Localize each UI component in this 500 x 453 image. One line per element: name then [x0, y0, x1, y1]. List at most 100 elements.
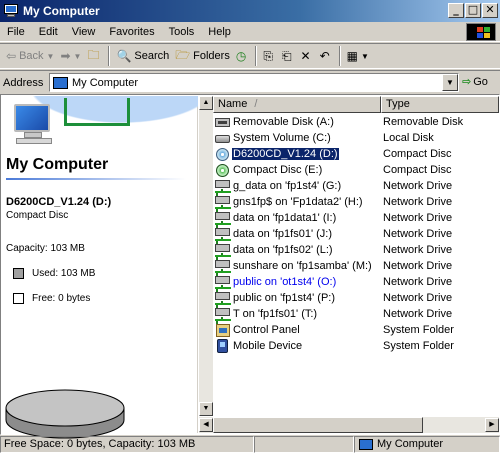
search-button[interactable]: 🔍 Search	[113, 45, 172, 67]
cd-drive-icon	[215, 163, 231, 177]
maximize-button[interactable]: □	[465, 3, 481, 18]
banner-frame-decoration	[64, 98, 130, 126]
network-drive-icon	[215, 291, 231, 305]
item-name: Compact Disc (E:)	[233, 164, 323, 176]
pie-used-slice	[5, 389, 125, 427]
network-drive-icon	[215, 307, 231, 321]
forward-arrow-icon: ➡	[60, 49, 71, 63]
menu-favorites[interactable]: Favorites	[102, 23, 161, 41]
list-item[interactable]: T on 'fp1fs01' (T:) Network Drive	[213, 306, 499, 322]
item-name: public on 'fp1st4' (P:)	[233, 292, 336, 304]
list-item[interactable]: public on 'fp1st4' (P:) Network Drive	[213, 290, 499, 306]
item-name: Control Panel	[233, 324, 300, 336]
menu-file[interactable]: File	[0, 23, 32, 41]
item-name: D6200CD_V1.24 (D:)	[232, 148, 339, 160]
column-header-type[interactable]: Type	[381, 96, 499, 113]
item-name: T on 'fp1fs01' (T:)	[233, 308, 318, 320]
free-text: Free: 0 bytes	[32, 293, 91, 304]
list-item[interactable]: data on 'fp1fs01' (J:) Network Drive	[213, 226, 499, 242]
item-type: Network Drive	[383, 212, 453, 224]
capacity-text: Capacity: 103 MB	[6, 243, 85, 254]
menu-edit[interactable]: Edit	[32, 23, 65, 41]
minimize-button[interactable]: _	[448, 3, 464, 18]
list-item[interactable]: Compact Disc (E:) Compact Disc	[213, 162, 499, 178]
go-button[interactable]: ⇨ Go	[462, 75, 488, 88]
list-item[interactable]: gns1fp$ on 'Fp1data2' (H:) Network Drive	[213, 194, 499, 210]
item-type: Network Drive	[383, 276, 453, 288]
vertical-scrollbar[interactable]: ▲ ▼	[199, 96, 213, 416]
item-name: data on 'fp1fs02' (L:)	[233, 244, 333, 256]
search-icon: 🔍	[116, 49, 132, 63]
undo-icon: ↶	[319, 49, 330, 63]
folders-button[interactable]: 🗁 Folders	[172, 45, 233, 67]
list-item[interactable]: D6200CD_V1.24 (D:) Compact Disc	[213, 146, 499, 162]
address-dropdown-button[interactable]: ▼	[442, 74, 458, 91]
scroll-up-button[interactable]: ▲	[199, 96, 213, 110]
copy-to-button[interactable]: ⎗	[279, 45, 298, 67]
info-pane: My Computer D6200CD_V1.24 (D:) Compact D…	[2, 96, 198, 439]
address-bar: Address My Computer ▼ ⇨ Go	[0, 70, 500, 94]
forward-button[interactable]: ➡ ▼	[57, 45, 84, 67]
scroll-thumb[interactable]	[213, 417, 423, 433]
scroll-down-button[interactable]: ▼	[199, 402, 213, 416]
item-type: Compact Disc	[383, 148, 452, 160]
list-item[interactable]: Removable Disk (A:) Removable Disk	[213, 114, 499, 130]
standard-toolbar: ⇦ Back ▼ ➡ ▼ 🗀 🔍 Search 🗁 Folders ◷ ⎘ ⎗ ✕ ↶ ▦…	[0, 43, 500, 69]
up-folder-icon: 🗀	[87, 47, 100, 62]
control-panel-icon	[215, 323, 231, 337]
floppy-icon	[215, 115, 231, 129]
list-item[interactable]: data on 'fp1fs02' (L:) Network Drive	[213, 242, 499, 258]
address-input[interactable]: My Computer ▼	[49, 73, 459, 92]
undo-button[interactable]: ↶	[317, 45, 336, 67]
menu-tools[interactable]: Tools	[162, 23, 202, 41]
address-label: Address	[3, 76, 44, 89]
list-item[interactable]: public on 'ot1st4' (O:) Network Drive	[213, 274, 499, 290]
title-bar[interactable]: My Computer _ □ ✕	[0, 0, 500, 22]
title-underline	[6, 178, 186, 180]
views-button[interactable]: ▦ ▼	[344, 45, 372, 67]
address-value: My Computer	[72, 76, 139, 89]
item-type: System Folder	[383, 340, 454, 352]
list-item[interactable]: sunshare on 'fp1samba' (M:) Network Drive	[213, 258, 499, 274]
selected-item-type: Compact Disc	[6, 210, 69, 221]
column-header-name[interactable]: Name /	[213, 96, 381, 113]
menu-bar: File Edit View Favorites Tools Help	[0, 22, 500, 42]
my-computer-icon	[3, 4, 19, 18]
pane-banner	[2, 96, 198, 144]
network-drive-icon	[215, 259, 231, 273]
copy-to-icon: ⎗	[281, 48, 292, 63]
scroll-left-button[interactable]: ◀	[199, 418, 213, 432]
menu-help[interactable]: Help	[201, 23, 238, 41]
delete-button[interactable]: ✕	[298, 45, 317, 67]
views-icon: ▦	[346, 49, 359, 63]
network-drive-icon	[215, 211, 231, 225]
my-computer-icon	[53, 76, 68, 89]
item-type: Network Drive	[383, 196, 453, 208]
my-computer-large-icon	[14, 104, 54, 146]
item-type: Network Drive	[383, 308, 453, 320]
close-button[interactable]: ✕	[482, 3, 498, 18]
history-button[interactable]: ◷	[233, 45, 252, 67]
back-button[interactable]: ⇦ Back ▼	[3, 45, 57, 67]
list-item[interactable]: Control Panel System Folder	[213, 322, 499, 338]
horizontal-scrollbar[interactable]: ◀ ▶	[199, 417, 499, 433]
status-empty-panel	[254, 436, 354, 453]
my-computer-icon	[359, 439, 373, 450]
mobile-device-icon	[215, 339, 231, 353]
status-zone-label: My Computer	[377, 438, 444, 450]
up-folder-button[interactable]: 🗀	[84, 45, 105, 67]
move-to-button[interactable]: ⎘	[260, 45, 279, 67]
menu-view[interactable]: View	[65, 23, 103, 41]
scroll-right-button[interactable]: ▶	[485, 418, 499, 432]
list-item[interactable]: System Volume (C:) Local Disk	[213, 130, 499, 146]
list-item[interactable]: g_data on 'fp1st4' (G:) Network Drive	[213, 178, 499, 194]
client-area: My Computer D6200CD_V1.24 (D:) Compact D…	[0, 94, 500, 439]
list-item[interactable]: Mobile Device System Folder	[213, 338, 499, 354]
list-item[interactable]: data on 'fp1data1' (I:) Network Drive	[213, 210, 499, 226]
network-drive-icon	[215, 227, 231, 241]
selected-item-name: D6200CD_V1.24 (D:)	[6, 196, 112, 208]
free-swatch	[13, 293, 24, 304]
item-type: Local Disk	[383, 132, 434, 144]
used-legend: Used: 103 MB	[13, 268, 95, 279]
cd-drive-icon	[215, 147, 231, 161]
